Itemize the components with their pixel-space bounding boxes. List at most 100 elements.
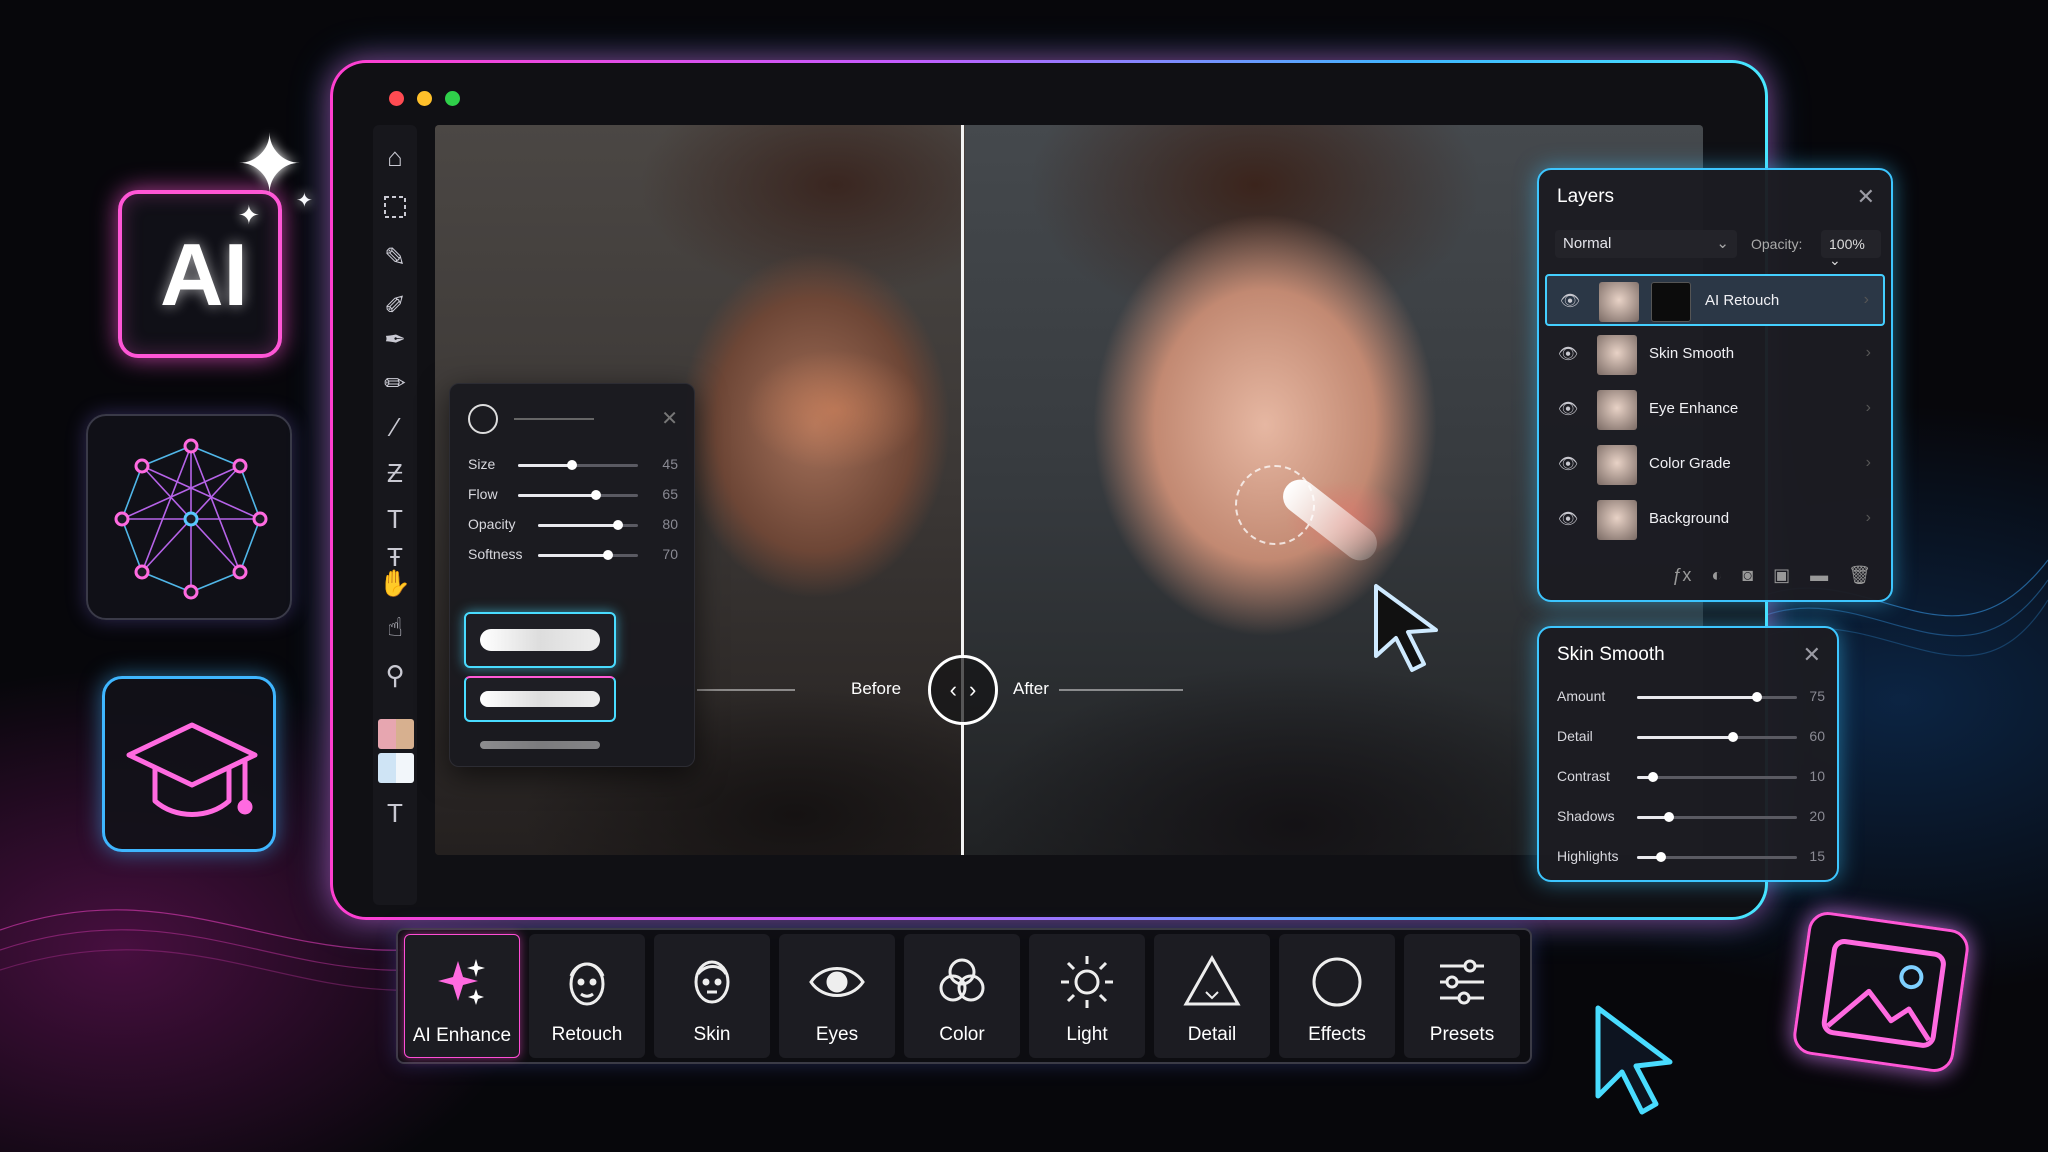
mask-icon[interactable]: ◙ [1742, 565, 1753, 586]
background-color-swatch[interactable] [378, 753, 414, 783]
layer-name: Eye Enhance [1649, 400, 1739, 417]
dock-button-presets[interactable]: Presets [1404, 934, 1520, 1058]
slider-knob[interactable] [1752, 692, 1762, 702]
slider-knob[interactable] [591, 490, 601, 500]
brush-slider-softness[interactable]: Softness 70 [468, 544, 678, 566]
dock-button-color[interactable]: Color [904, 934, 1020, 1058]
eye-icon[interactable]: 👁 [1559, 290, 1581, 312]
brush-tip-soft[interactable] [464, 612, 616, 668]
cursor-arrow-icon [1374, 584, 1438, 672]
dock-button-ai-enhance[interactable]: AI Enhance [404, 934, 520, 1058]
close-icon[interactable]: ✕ [1803, 642, 1821, 668]
eye-icon[interactable]: 👁 [1557, 343, 1579, 365]
slider-track[interactable] [518, 490, 638, 500]
layer-row[interactable]: 👁 Background › [1545, 494, 1885, 546]
skin-slider-contrast[interactable]: Contrast 10 [1557, 766, 1825, 788]
dock-button-effects[interactable]: Effects [1279, 934, 1395, 1058]
skin-slider-shadows[interactable]: Shadows 20 [1557, 806, 1825, 828]
slider-fill [1637, 696, 1757, 699]
brush-panel-header: ✕ [468, 404, 678, 434]
slider-knob[interactable] [567, 460, 577, 470]
dock-button-label: Skin [693, 1024, 731, 1045]
close-icon[interactable]: ✕ [1857, 184, 1875, 210]
brush-preview-line [514, 418, 594, 420]
slider-track[interactable] [538, 520, 638, 530]
slider-knob[interactable] [603, 550, 613, 560]
slider-track[interactable] [538, 550, 638, 560]
folder-icon[interactable]: ▬ [1810, 565, 1828, 586]
compare-divider[interactable] [961, 125, 964, 855]
slider-track[interactable] [1637, 852, 1797, 862]
close-window-button[interactable] [389, 91, 404, 106]
layer-mask-thumbnail[interactable] [1651, 282, 1691, 322]
text-tool-bottom-icon[interactable]: T [377, 795, 413, 831]
face-skin-icon [682, 952, 742, 1012]
dock-button-detail[interactable]: Detail [1154, 934, 1270, 1058]
dock-button-light[interactable]: Light [1029, 934, 1145, 1058]
slider-track[interactable] [1637, 772, 1797, 782]
clone-stamp-icon[interactable]: ✒ [377, 321, 413, 357]
slider-knob[interactable] [1648, 772, 1658, 782]
trash-icon[interactable]: 🗑 [1848, 565, 1871, 586]
before-label: Before [851, 679, 902, 698]
marquee-icon[interactable] [377, 189, 413, 225]
layers-panel: Layers ✕ Normal ⌄ Opacity: 100% ⌄ 👁 AI R… [1537, 168, 1893, 602]
lasso-icon[interactable]: ☝ [377, 609, 413, 645]
layer-row[interactable]: 👁 Eye Enhance › [1545, 384, 1885, 436]
brush-slider-opacity[interactable]: Opacity 80 [468, 514, 678, 536]
gallery-tile[interactable] [1790, 909, 1972, 1075]
text-icon[interactable]: T [377, 501, 413, 537]
fx-icon[interactable]: ƒx [1672, 565, 1691, 586]
dock-button-retouch[interactable]: Retouch [529, 934, 645, 1058]
new-layer-icon[interactable]: ▣ [1773, 565, 1790, 586]
brush-tip-thin[interactable] [464, 732, 616, 758]
transform-icon[interactable]: Ƶ [377, 455, 413, 491]
slider-value: 10 [1809, 768, 1825, 784]
layer-thumbnail [1599, 282, 1639, 322]
dock-button-label: Presets [1429, 1024, 1495, 1045]
eye-icon[interactable]: 👁 [1557, 508, 1579, 530]
slider-track[interactable] [1637, 732, 1797, 742]
zoom-icon[interactable]: ⚲ [377, 657, 413, 693]
skin-slider-amount[interactable]: Amount 75 [1557, 686, 1825, 708]
slider-knob[interactable] [1664, 812, 1674, 822]
dock-button-skin[interactable]: Skin [654, 934, 770, 1058]
pencil-icon[interactable]: ✏ [377, 365, 413, 401]
skin-slider-detail[interactable]: Detail 60 [1557, 726, 1825, 748]
slider-knob[interactable] [1728, 732, 1738, 742]
brush-slider-flow[interactable]: Flow 65 [468, 484, 678, 506]
close-icon[interactable]: ✕ [661, 406, 678, 431]
neural-network-tile[interactable] [86, 414, 292, 620]
brush-slider-size[interactable]: Size 45 [468, 454, 678, 476]
skin-slider-highlights[interactable]: Highlights 15 [1557, 846, 1825, 868]
chevron-right-icon: › [1863, 291, 1869, 308]
tools-sidebar: ⌂ ✎ ✐ ✒ ✏ ⁄ Ƶ T Ŧ ✋ ☝ ⚲ T [373, 125, 417, 905]
eye-icon[interactable]: 👁 [1557, 453, 1579, 475]
dock-button-label: Light [1066, 1024, 1108, 1045]
slider-track[interactable] [518, 460, 638, 470]
brush-icon[interactable]: ✎ [377, 239, 413, 275]
layer-row[interactable]: 👁 Skin Smooth › [1545, 329, 1885, 381]
home-icon[interactable]: ⌂ [377, 139, 413, 175]
adjustment-icon[interactable]: ◐ [1711, 565, 1722, 586]
slider-knob[interactable] [1656, 852, 1666, 862]
slider-track[interactable] [1637, 812, 1797, 822]
eye-icon[interactable]: 👁 [1557, 398, 1579, 420]
compare-slider-handle[interactable]: ‹ › [928, 655, 998, 725]
learning-tile[interactable] [102, 676, 276, 852]
slider-knob[interactable] [613, 520, 623, 530]
eyedropper-icon[interactable]: ⁄ [377, 409, 413, 445]
foreground-color-swatch[interactable] [378, 719, 414, 749]
blend-mode-select[interactable]: Normal ⌄ [1555, 230, 1737, 258]
layer-row[interactable]: 👁 AI Retouch › [1545, 274, 1885, 326]
slider-track[interactable] [1637, 692, 1797, 702]
skin-smooth-title: Skin Smooth [1557, 644, 1665, 665]
brush-tip-textured[interactable] [464, 676, 616, 722]
hand-icon[interactable]: ✋ [377, 565, 413, 601]
healing-icon[interactable]: ✐ [377, 287, 413, 323]
dock-button-eyes[interactable]: Eyes [779, 934, 895, 1058]
opacity-input[interactable]: 100% ⌄ [1821, 230, 1881, 268]
maximize-window-button[interactable] [445, 91, 460, 106]
layer-row[interactable]: 👁 Color Grade › [1545, 439, 1885, 491]
minimize-window-button[interactable] [417, 91, 432, 106]
